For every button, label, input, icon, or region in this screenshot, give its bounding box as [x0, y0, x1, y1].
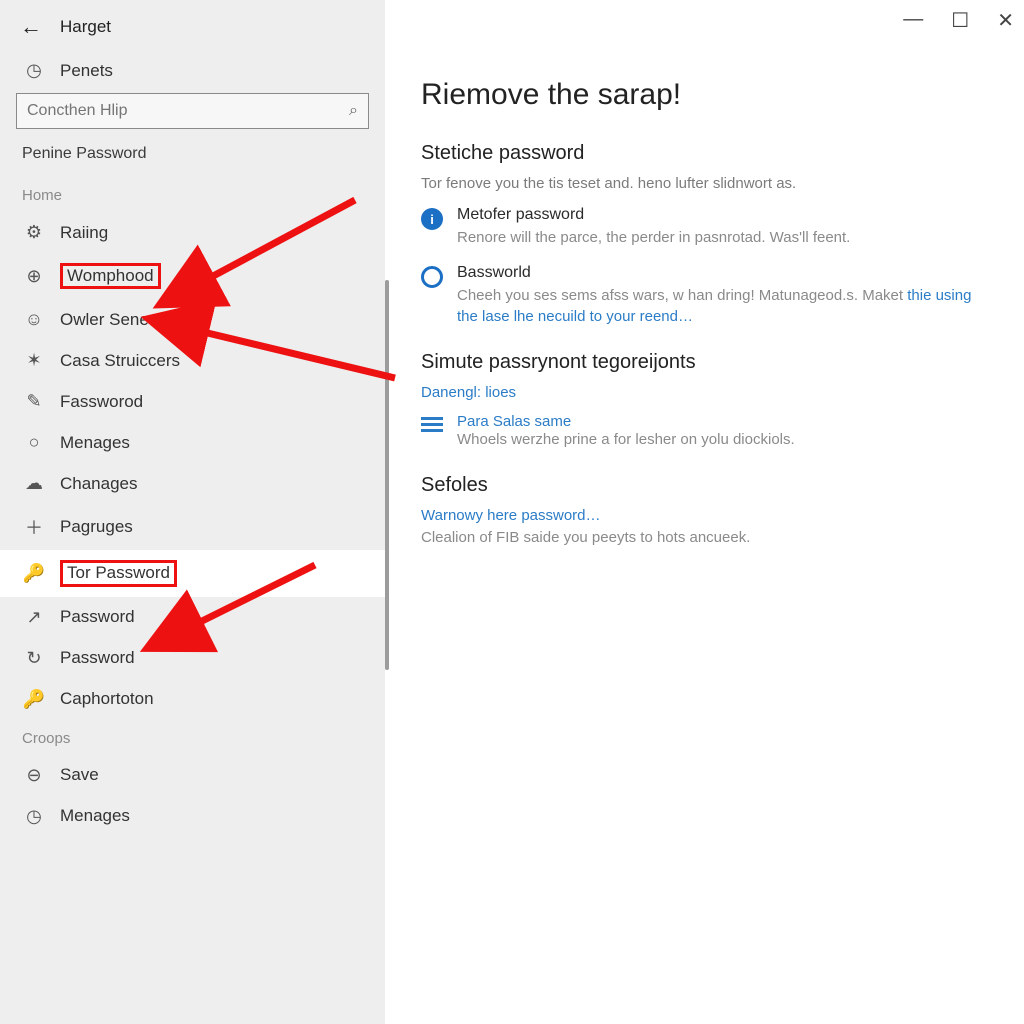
star-icon: ✶: [22, 350, 46, 371]
section-simute-title: Simute passrynont tegoreijonts: [421, 351, 994, 374]
clock-icon: ◷: [22, 806, 46, 827]
sidebar-item-raiing[interactable]: ⚙ Raiing: [0, 212, 385, 253]
section-stetiche-title: Stetiche password: [421, 142, 994, 165]
section-simute-link[interactable]: Danengl: lioes: [421, 384, 994, 401]
list-item-desc: Whoels werzhe prine a for lesher on yolu…: [457, 430, 795, 450]
list-item-title[interactable]: Para Salas same: [457, 413, 795, 430]
sidebar-section-home: Home: [0, 177, 385, 212]
sidebar: ← Harget ◷ Penets ⌕ Penine Password Home…: [0, 0, 385, 1024]
sidebar-item-password-b[interactable]: ↻ Password: [0, 638, 385, 679]
list-icon: [421, 417, 443, 450]
info-icon: i: [421, 208, 443, 230]
sidebar-item-casa-struiccers[interactable]: ✶ Casa Struiccers: [0, 340, 385, 381]
sidebar-item-owler-senes[interactable]: ☺ Owler Senes: [0, 299, 385, 340]
arrow-up-icon: ↗: [22, 607, 46, 628]
sidebar-item-label: Raiing: [60, 223, 108, 243]
radio-icon[interactable]: [421, 266, 443, 288]
search-icon[interactable]: ⌕: [349, 102, 358, 120]
sidebar-quick-label: Penets: [60, 61, 113, 81]
sidebar-subtitle: Penine Password: [0, 139, 385, 177]
sidebar-item-menages[interactable]: ○ Menages: [0, 422, 385, 463]
plus-icon: ＋: [22, 514, 46, 540]
sidebar-item-label: Casa Struiccers: [60, 351, 180, 371]
bullet-desc: Cheeh you ses sems afss wars, w han drin…: [457, 286, 994, 327]
sidebar-item-pagruges[interactable]: ＋ Pagruges: [0, 504, 385, 550]
section-sefoles-desc: Clealion of FIB saide you peeyts to hots…: [421, 528, 994, 548]
sidebar-item-caphortoton[interactable]: 🔑 Caphortoton: [0, 679, 385, 720]
back-icon[interactable]: ←: [20, 14, 42, 40]
page-title: Riemove the sarap!: [421, 78, 994, 112]
sidebar-item-label: Womphood: [60, 263, 161, 289]
section-sefoles-link[interactable]: Warnowy here password…: [421, 507, 994, 524]
main-pane: — ☐ ✕ Riemove the sarap! Stetiche passwo…: [385, 0, 1024, 1024]
face-icon: ☺: [22, 309, 46, 330]
search-input-wrap[interactable]: ⌕: [16, 93, 369, 129]
cloud-icon: ☁: [22, 473, 46, 494]
minus-circle-icon: ⊖: [22, 765, 46, 786]
sidebar-section-croops: Croops: [0, 720, 385, 755]
sidebar-quick-link[interactable]: ◷ Penets: [0, 54, 385, 87]
sidebar-item-label: Fassworod: [60, 392, 143, 412]
bullet-title: Bassworld: [457, 264, 994, 282]
refresh-icon: ↻: [22, 648, 46, 669]
sidebar-item-label: Chanages: [60, 474, 138, 494]
sidebar-item-chanages[interactable]: ☁ Chanages: [0, 463, 385, 504]
sidebar-item-label: Caphortoton: [60, 689, 154, 709]
bullet-metofer: i Metofer password Renore will the parce…: [421, 206, 994, 248]
sidebar-item-label: Password: [60, 607, 135, 627]
sidebar-item-label: Pagruges: [60, 517, 133, 537]
key-icon: 🔑: [22, 689, 46, 710]
sidebar-item-tor-password[interactable]: 🔑 Tor Password: [0, 550, 385, 596]
search-input[interactable]: [27, 102, 349, 120]
sidebar-item-label: Save: [60, 765, 99, 785]
bullet-desc: Renore will the parce, the perder in pas…: [457, 228, 850, 248]
sidebar-item-womphood[interactable]: ⊕ Womphood: [0, 253, 385, 299]
gear-icon: ⚙: [22, 222, 46, 243]
sidebar-item-password-a[interactable]: ↗ Password: [0, 597, 385, 638]
sidebar-item-label: Tor Password: [60, 560, 177, 586]
plus-circle-icon: ⊕: [22, 266, 46, 287]
clock-icon: ◷: [22, 60, 46, 81]
sidebar-item-label: Password: [60, 648, 135, 668]
circle-icon: ○: [22, 432, 46, 453]
bullet-desc-text: Cheeh you ses sems afss wars, w han drin…: [457, 287, 907, 304]
sidebar-item-save[interactable]: ⊖ Save: [0, 755, 385, 796]
section-stetiche-desc: Tor fenove you the tis teset and. heno l…: [421, 175, 994, 192]
sidebar-item-label: Menages: [60, 433, 130, 453]
sidebar-item-label: Menages: [60, 806, 130, 826]
section-sefoles-title: Sefoles: [421, 474, 994, 497]
sidebar-item-label: Owler Senes: [60, 310, 157, 330]
pen-icon: ✎: [22, 391, 46, 412]
sidebar-item-fassworod[interactable]: ✎ Fassworod: [0, 381, 385, 422]
bullet-bassworld: Bassworld Cheeh you ses sems afss wars, …: [421, 264, 994, 327]
key-icon: 🔑: [22, 563, 46, 584]
list-item-para-salas: Para Salas same Whoels werzhe prine a fo…: [421, 413, 994, 450]
bullet-title: Metofer password: [457, 206, 850, 224]
app-title: Harget: [60, 17, 111, 37]
sidebar-item-menages-2[interactable]: ◷ Menages: [0, 796, 385, 837]
